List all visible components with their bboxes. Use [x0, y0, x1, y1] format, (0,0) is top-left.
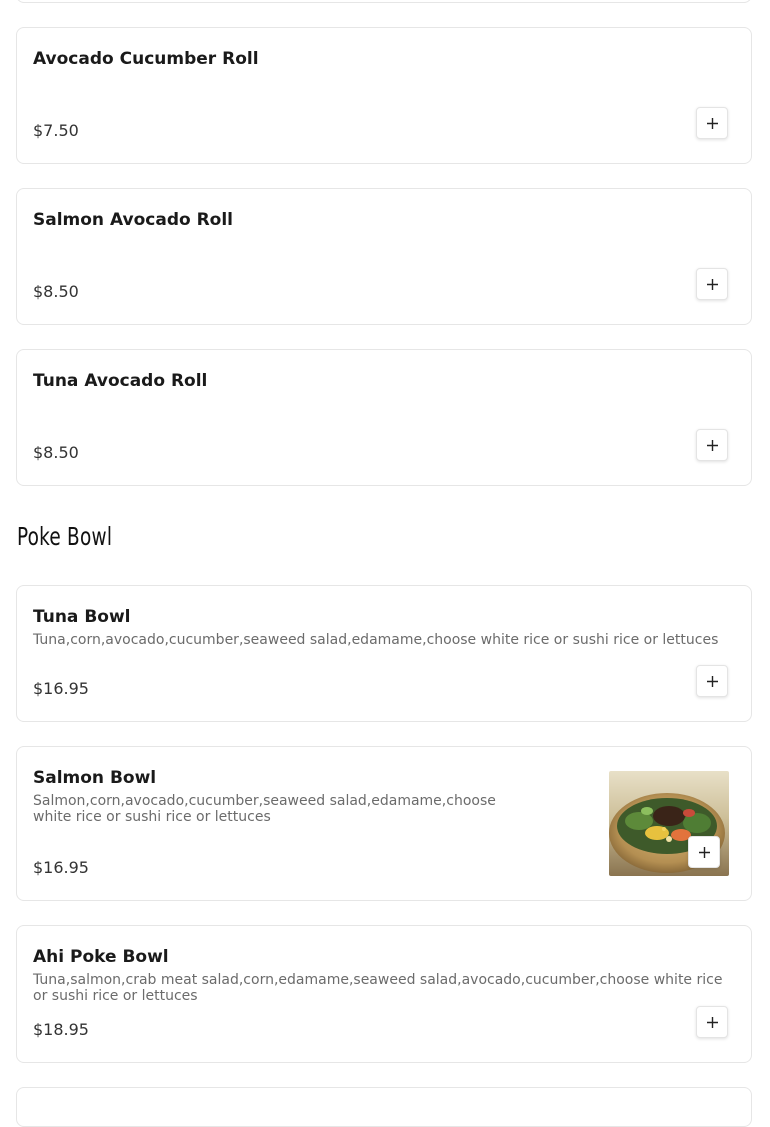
item-name: Avocado Cucumber Roll [33, 49, 259, 69]
menu-item-card-partial-bottom [16, 1087, 752, 1127]
menu-item-card[interactable]: Salmon Bowl Salmon,corn,avocado,cucumber… [16, 746, 752, 901]
plus-icon [706, 675, 718, 687]
item-price: $8.50 [33, 443, 79, 462]
menu-item-card[interactable]: Salmon Avocado Roll $8.50 [16, 188, 752, 325]
item-description: Tuna,salmon,crab meat salad,corn,edamame… [33, 972, 723, 1004]
add-to-cart-button[interactable] [696, 268, 728, 300]
item-name: Salmon Bowl [33, 768, 157, 788]
menu-item-card[interactable]: Tuna Bowl Tuna,corn,avocado,cucumber,sea… [16, 585, 752, 722]
menu-item-card-partial-top [16, 0, 752, 3]
add-to-cart-button[interactable] [688, 836, 720, 868]
item-price: $8.50 [33, 282, 79, 301]
item-price: $18.95 [33, 1020, 89, 1039]
item-price: $7.50 [33, 121, 79, 140]
plus-icon [706, 117, 718, 129]
menu-item-card[interactable]: Tuna Avocado Roll $8.50 [16, 349, 752, 486]
item-price: $16.95 [33, 679, 89, 698]
item-name: Ahi Poke Bowl [33, 947, 169, 967]
menu-item-card[interactable]: Avocado Cucumber Roll $7.50 [16, 27, 752, 164]
item-name: Salmon Avocado Roll [33, 210, 234, 230]
add-to-cart-button[interactable] [696, 1006, 728, 1038]
plus-icon [706, 1016, 718, 1028]
section-title-poke-bowl: Poke Bowl [17, 522, 113, 551]
add-to-cart-button[interactable] [696, 665, 728, 697]
plus-icon [706, 278, 718, 290]
plus-icon [706, 439, 718, 451]
add-to-cart-button[interactable] [696, 429, 728, 461]
add-to-cart-button[interactable] [696, 107, 728, 139]
item-name: Tuna Avocado Roll [33, 371, 208, 391]
menu-item-card[interactable]: Ahi Poke Bowl Tuna,salmon,crab meat sala… [16, 925, 752, 1063]
plus-icon [698, 846, 710, 858]
item-description: Tuna,corn,avocado,cucumber,seaweed salad… [33, 632, 719, 648]
item-description: Salmon,corn,avocado,cucumber,seaweed sal… [33, 793, 496, 825]
item-price: $16.95 [33, 858, 89, 877]
item-name: Tuna Bowl [33, 607, 131, 627]
